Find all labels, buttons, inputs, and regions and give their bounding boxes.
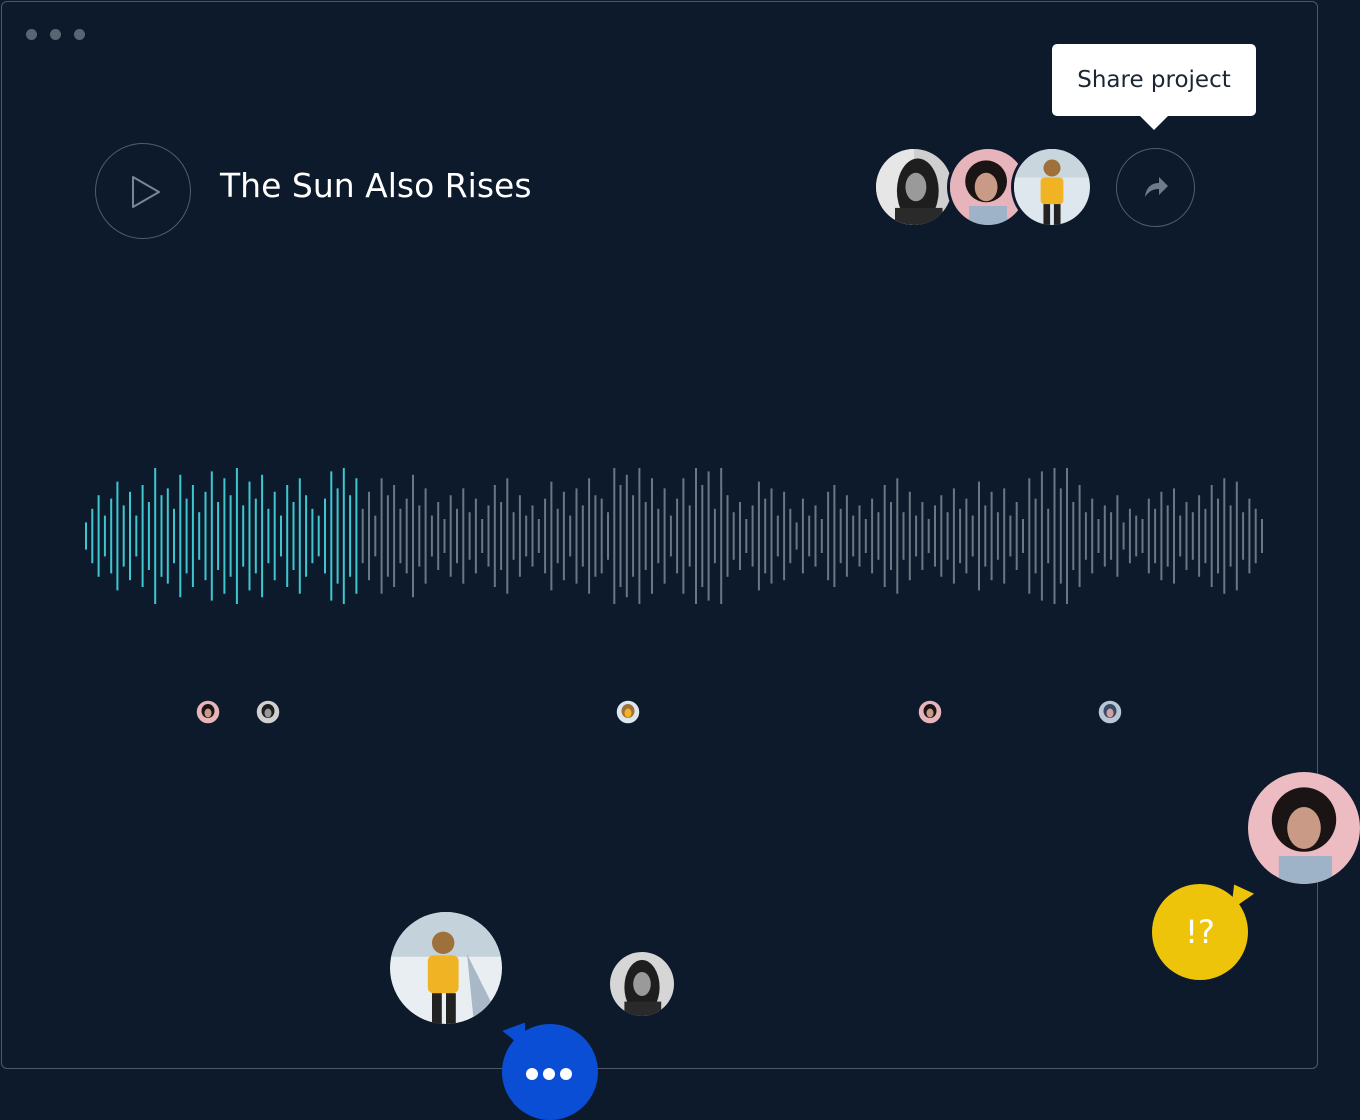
avatar-woman-bob-pink (1248, 772, 1360, 884)
avatar-woman-dark-hair (610, 952, 674, 1016)
avatar-person-yellow-sweater (390, 912, 502, 1024)
comment-marker-1[interactable] (195, 699, 221, 725)
comment-marker-3[interactable] (615, 699, 641, 725)
floating-avatar-yellow-sweater[interactable] (390, 912, 502, 1024)
reaction-bubble[interactable]: !? (1152, 884, 1248, 980)
typing-bubble[interactable] (502, 1024, 598, 1120)
comment-marker-5[interactable] (1097, 699, 1123, 725)
comment-marker-2[interactable] (255, 699, 281, 725)
typing-dots-icon (526, 1065, 577, 1084)
app-stage: The Sun Also Rises Share project !? (0, 0, 1360, 1120)
floating-avatar-bob-pink[interactable] (1248, 772, 1360, 884)
comment-marker-4[interactable] (917, 699, 943, 725)
floating-avatar-dark-hair[interactable] (610, 952, 674, 1016)
